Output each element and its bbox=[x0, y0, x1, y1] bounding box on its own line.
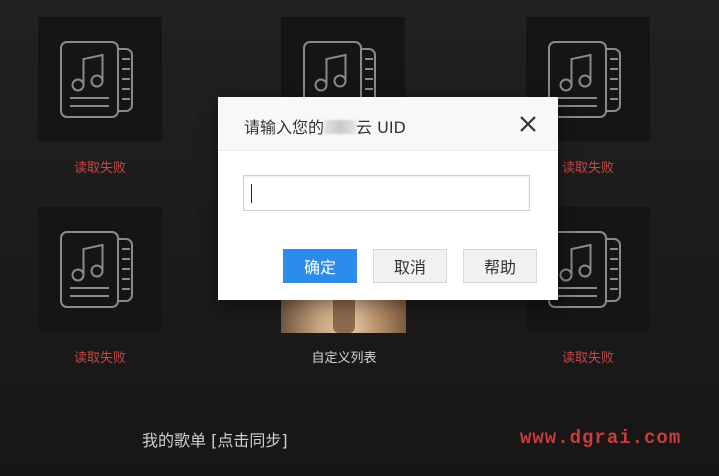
redacted-text bbox=[324, 120, 357, 134]
playlist-tile-label: 读取失败 bbox=[73, 161, 126, 176]
dialog-title: 请输入您的 云 UID bbox=[244, 114, 406, 138]
close-button[interactable] bbox=[516, 112, 540, 136]
dialog-header: 请输入您的 云 UID bbox=[218, 97, 558, 151]
close-icon bbox=[520, 116, 536, 132]
uid-input[interactable] bbox=[243, 175, 530, 211]
cancel-button[interactable]: 取消 bbox=[373, 249, 447, 283]
dialog-title-suffix: 云 UID bbox=[356, 118, 406, 137]
music-file-icon bbox=[60, 231, 133, 308]
playlist-tile-label: 自定义列表 bbox=[311, 351, 377, 366]
uid-dialog: 请输入您的 云 UID 确定 取消 帮助 bbox=[218, 97, 558, 300]
music-file-icon bbox=[60, 41, 133, 118]
confirm-button[interactable]: 确定 bbox=[283, 249, 357, 283]
text-caret bbox=[251, 184, 252, 203]
dialog-title-prefix: 请输入您的 bbox=[244, 118, 325, 137]
playlist-cover-image[interactable] bbox=[281, 296, 406, 333]
my-playlists-sync-link[interactable]: 我的歌单 [点击同步] bbox=[142, 427, 288, 451]
playlist-tile[interactable] bbox=[38, 17, 162, 141]
cover-figure bbox=[333, 296, 355, 333]
playlist-grid-page: 读取失败 读取失败 读取失败 自定义列表 读取失败 我的歌单 [点击同步] ww… bbox=[0, 0, 719, 476]
playlist-tile-label: 读取失败 bbox=[73, 351, 126, 366]
playlist-tile-label: 读取失败 bbox=[561, 351, 614, 366]
watermark: www.dgrai.com bbox=[520, 427, 682, 449]
playlist-tile[interactable] bbox=[38, 207, 162, 331]
help-button[interactable]: 帮助 bbox=[463, 249, 537, 283]
